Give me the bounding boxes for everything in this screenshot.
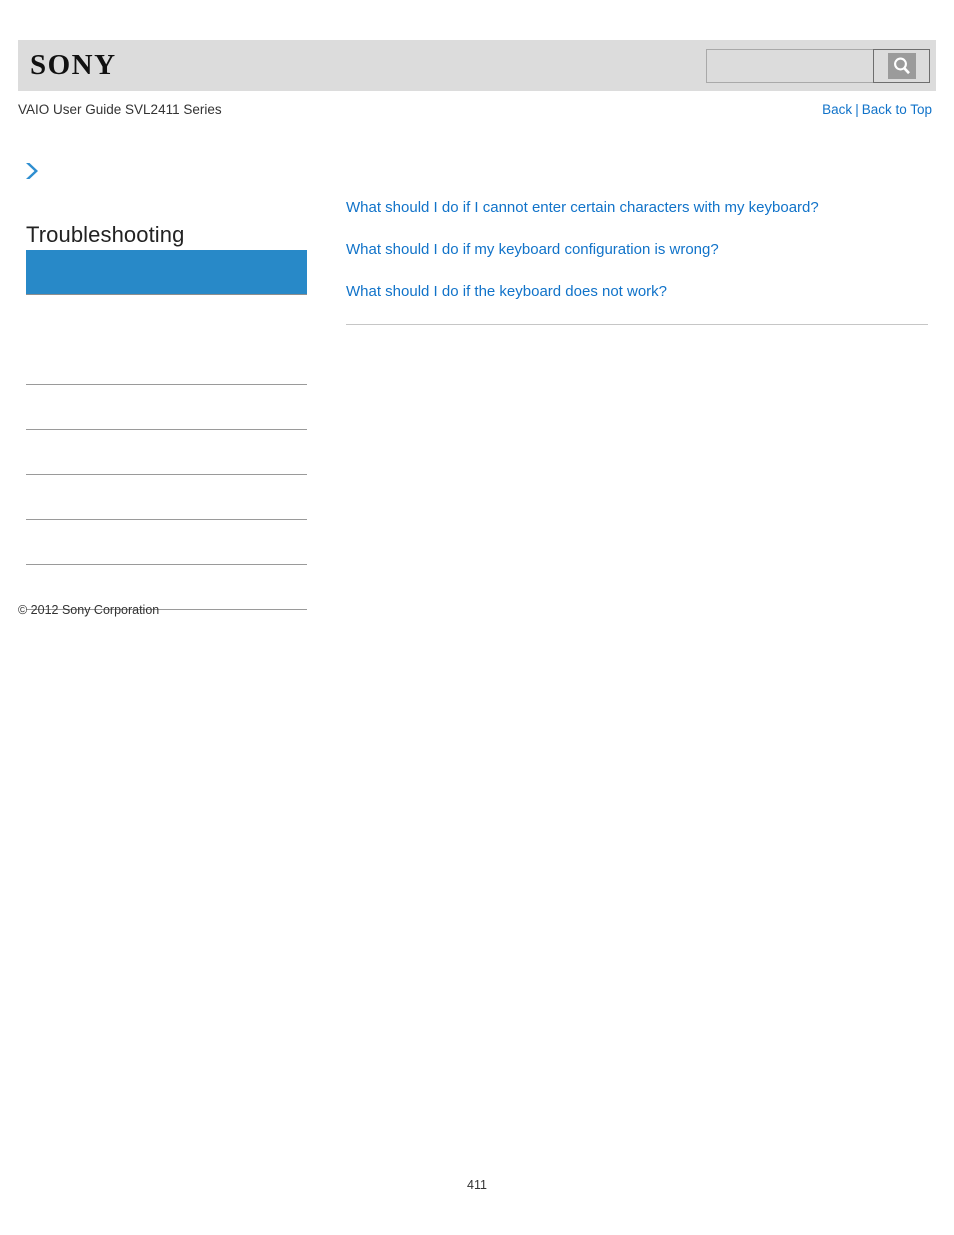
sidebar-item[interactable] xyxy=(26,430,307,475)
content-divider xyxy=(346,324,928,325)
search-area xyxy=(706,49,930,83)
back-link[interactable]: Back xyxy=(822,102,852,117)
search-icon xyxy=(887,53,916,79)
sidebar-item[interactable] xyxy=(26,475,307,520)
nav-separator: | xyxy=(855,102,859,117)
header-nav-links: Back | Back to Top xyxy=(822,102,932,117)
page-number: 411 xyxy=(467,1178,487,1192)
site-header: SONY xyxy=(18,40,936,91)
sidebar-item[interactable] xyxy=(26,520,307,565)
sidebar-nav xyxy=(26,250,307,610)
page-title: Troubleshooting xyxy=(26,222,185,247)
search-button[interactable] xyxy=(873,49,930,83)
double-chevron-right-icon xyxy=(24,161,42,181)
copyright-text: © 2012 Sony Corporation xyxy=(18,603,160,617)
sidebar-item[interactable] xyxy=(26,295,307,340)
guide-title: VAIO User Guide SVL2411 Series xyxy=(18,102,222,117)
topic-link[interactable]: What should I do if the keyboard does no… xyxy=(346,282,928,301)
search-input[interactable] xyxy=(706,49,873,83)
sidebar-item[interactable] xyxy=(26,385,307,430)
topic-link[interactable]: What should I do if my keyboard configur… xyxy=(346,240,928,259)
sidebar-item-selected[interactable] xyxy=(26,250,307,295)
sony-logo: SONY xyxy=(30,49,117,81)
back-to-top-link[interactable]: Back to Top xyxy=(862,102,932,117)
topic-link[interactable]: What should I do if I cannot enter certa… xyxy=(346,198,928,217)
sidebar-item[interactable] xyxy=(26,340,307,385)
main-content: What should I do if I cannot enter certa… xyxy=(346,198,928,325)
